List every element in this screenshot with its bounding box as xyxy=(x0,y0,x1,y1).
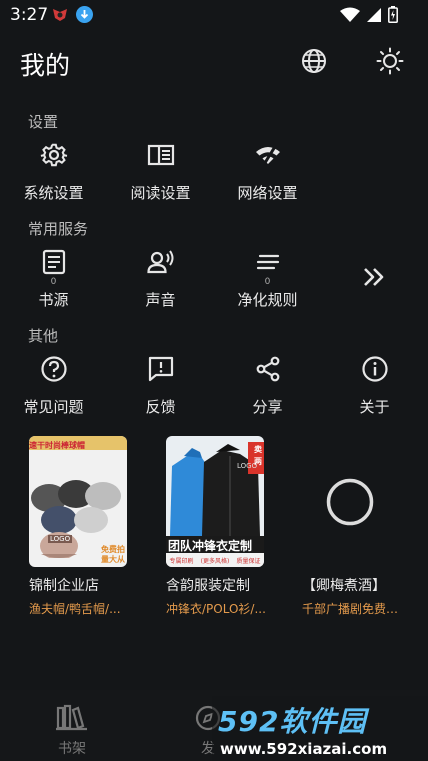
about-label: 关于 xyxy=(359,398,390,416)
ad-image-tag: 质量保证 xyxy=(236,557,261,565)
voice-count xyxy=(107,277,214,287)
voice-icon xyxy=(146,250,173,274)
network-settings-button[interactable]: 网络设置 xyxy=(214,141,321,203)
share-label: 分享 xyxy=(252,398,283,416)
download-notification-icon xyxy=(76,6,93,23)
watermark: 592软件园 www.592xiazai.com xyxy=(212,696,428,761)
ad-image-loading[interactable] xyxy=(302,436,400,567)
page-title: 我的 xyxy=(20,51,71,80)
sun-icon[interactable] xyxy=(376,47,404,75)
feedback-button[interactable]: 反馈 xyxy=(107,355,214,417)
section-label-settings: 设置 xyxy=(28,113,59,131)
book-source-button[interactable]: 0 书源 xyxy=(0,248,107,310)
reading-settings-button[interactable]: 阅读设置 xyxy=(107,141,214,203)
info-icon xyxy=(361,356,388,382)
faq-label: 常见问题 xyxy=(23,398,84,416)
help-icon xyxy=(40,356,67,382)
gear-icon xyxy=(40,143,67,167)
app-notification-icon xyxy=(53,9,67,21)
purify-rules-button[interactable]: 0 净化规则 xyxy=(214,248,321,310)
book-source-label: 书源 xyxy=(38,291,69,309)
document-icon xyxy=(42,249,65,275)
network-settings-label: 网络设置 xyxy=(237,184,298,202)
globe-icon[interactable] xyxy=(300,47,328,75)
system-settings-button[interactable]: 系统设置 xyxy=(0,141,107,203)
feedback-icon xyxy=(148,356,173,382)
book-layout-icon xyxy=(147,144,174,166)
status-bar: 3:27 xyxy=(0,0,428,30)
ad-image-caps[interactable]: 速干时尚棒球帽 LOGO 免费拍 量大从 xyxy=(29,436,127,567)
book-source-count: 0 xyxy=(50,277,57,287)
wifi-off-icon xyxy=(255,144,280,167)
section-label-other: 其他 xyxy=(28,327,59,345)
ad-name: 含韵服装定制 xyxy=(166,578,250,594)
status-time: 3:27 xyxy=(10,5,49,25)
ad-tags: 千部广播剧免费… xyxy=(302,602,399,616)
signal-icon xyxy=(367,7,381,22)
ad-name: 【卿梅煮酒】 xyxy=(302,578,386,594)
faq-button[interactable]: 常见问题 xyxy=(0,355,107,417)
ad-card[interactable]: 【卿梅煮酒】 千部广播剧免费… xyxy=(302,436,422,617)
filter-icon xyxy=(256,254,279,270)
share-button[interactable]: 分享 xyxy=(214,355,321,417)
ad-image-banner-text: 团队冲锋衣定制 xyxy=(168,539,253,553)
nav-bookshelf-label: 书架 xyxy=(58,741,86,757)
purify-rules-count: 0 xyxy=(264,277,271,287)
voice-label: 声音 xyxy=(145,291,176,309)
section-label-services: 常用服务 xyxy=(28,220,89,238)
ad-image-corner-1: 卖 xyxy=(254,445,262,454)
ad-image-tag: (更多风格) xyxy=(200,557,230,565)
watermark-url: www.592xiazai.com xyxy=(220,740,388,758)
ad-card[interactable]: LOGO 卖 两 团队冲锋衣定制 专属印刷 (更多风格) 质量保证 含韵服装定制… xyxy=(166,436,286,617)
voice-button[interactable]: 声音 xyxy=(107,248,214,310)
ad-tags: 冲锋衣/POLO衫/... xyxy=(166,602,266,616)
watermark-title: 592软件园 xyxy=(218,705,367,738)
double-chevron-right-icon[interactable] xyxy=(361,264,387,290)
ad-image-tag: 专属印刷 xyxy=(169,557,194,565)
system-settings-label: 系统设置 xyxy=(23,184,84,202)
wifi-icon xyxy=(340,7,360,22)
reading-settings-label: 阅读设置 xyxy=(130,184,191,202)
ad-image-jackets[interactable]: LOGO 卖 两 团队冲锋衣定制 专属印刷 (更多风格) 质量保证 xyxy=(166,436,264,567)
feedback-label: 反馈 xyxy=(145,398,176,416)
ad-name: 锦制企业店 xyxy=(29,578,99,594)
purify-rules-label: 净化规则 xyxy=(237,291,298,309)
bookshelf-icon xyxy=(56,704,87,731)
battery-icon xyxy=(388,6,398,23)
ad-image-corner-2: 量大从 xyxy=(101,555,125,564)
ad-tags: 渔夫帽/鸭舌帽/... xyxy=(29,602,121,616)
ad-card[interactable]: 速干时尚棒球帽 LOGO 免费拍 量大从 锦制企业店 渔夫帽/鸭舌帽/... xyxy=(29,436,149,617)
ad-image-banner-text: 速干时尚棒球帽 xyxy=(29,441,85,450)
ad-image-corner-2: 两 xyxy=(254,457,262,466)
loading-spinner-icon xyxy=(326,478,374,526)
status-indicators xyxy=(340,6,398,23)
nav-bookshelf[interactable]: 书架 xyxy=(32,704,112,758)
share-icon xyxy=(256,356,279,382)
ad-logo-mark: LOGO xyxy=(48,535,73,543)
about-button[interactable]: 关于 xyxy=(321,355,428,417)
